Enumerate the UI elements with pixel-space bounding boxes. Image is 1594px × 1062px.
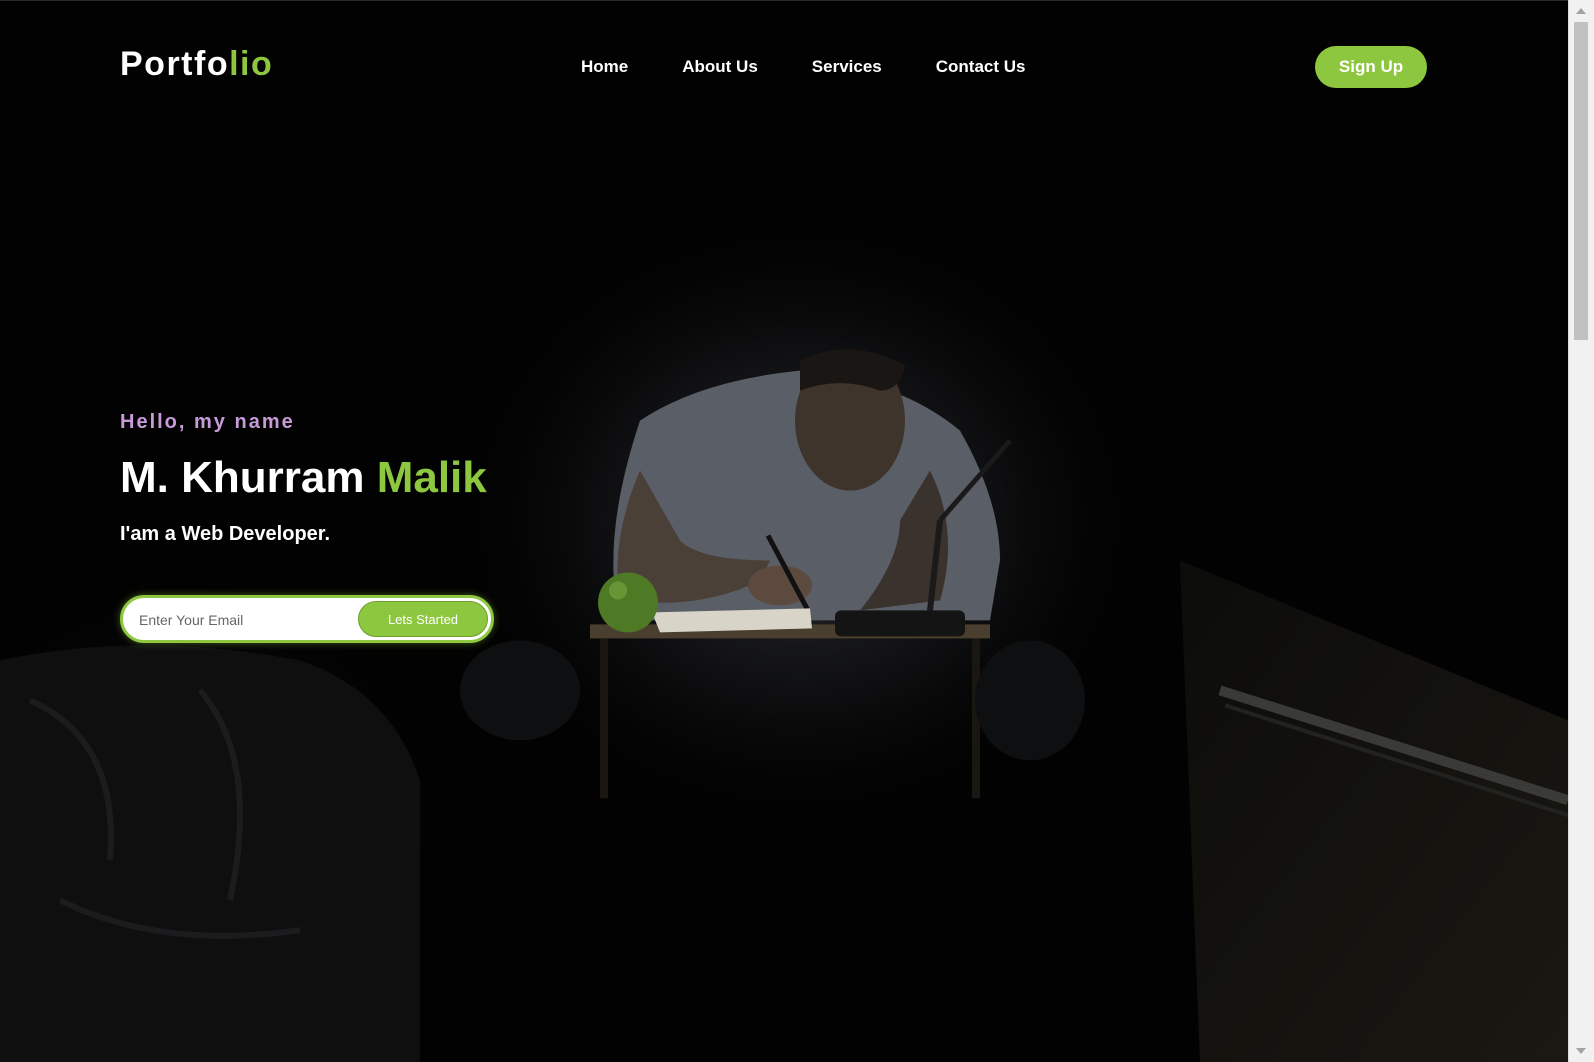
hero-name-main: M. Khurram (120, 453, 377, 502)
scrollbar-thumb[interactable] (1574, 22, 1588, 340)
hero-name-accent: Malik (376, 453, 487, 502)
main-nav: Home About Us Services Contact Us (581, 57, 1079, 77)
hero-greeting: Hello, my name (120, 411, 295, 433)
nav-link-contact-us[interactable]: Contact Us (936, 57, 1026, 77)
hero-role: I'am a Web Developer. (120, 523, 331, 545)
hero-name: M. Khurram Malik (120, 453, 487, 503)
nav-link-home[interactable]: Home (581, 57, 628, 77)
sign-up-button[interactable]: Sign Up (1315, 46, 1427, 88)
nav-link-services[interactable]: Services (812, 57, 882, 77)
site-logo[interactable]: Portfolio (120, 45, 273, 84)
lets-started-button[interactable]: Lets Started (358, 601, 488, 637)
scroll-up-arrow-icon[interactable] (1576, 8, 1586, 14)
page-viewport: Portfolio Home About Us Services Contact… (0, 0, 1568, 1062)
logo-text-main: Portfo (120, 45, 230, 83)
email-input[interactable] (137, 606, 351, 634)
nav-link-about-us[interactable]: About Us (682, 57, 758, 77)
email-signup-form: Lets Started (120, 595, 494, 643)
logo-text-accent: lio (229, 45, 274, 83)
scroll-down-arrow-icon[interactable] (1576, 1048, 1586, 1054)
vertical-scrollbar[interactable] (1568, 0, 1594, 1062)
